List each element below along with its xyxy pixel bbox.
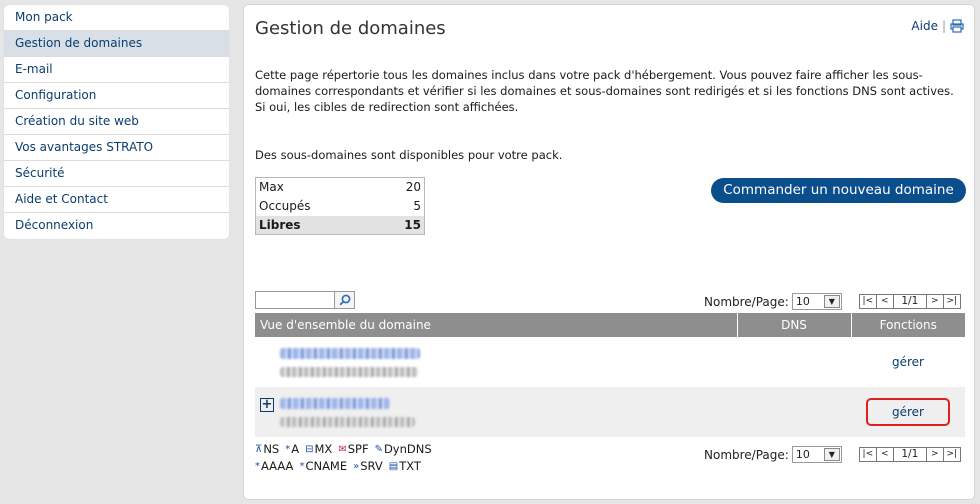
legend-label: MX xyxy=(314,442,333,456)
redacted-domain-name xyxy=(280,397,390,409)
quota-label: Max xyxy=(259,180,284,195)
search-box xyxy=(255,291,355,309)
prev-page-button[interactable]: < xyxy=(875,294,894,309)
dns-cell xyxy=(737,387,851,437)
per-page-select[interactable]: 10 ▼ xyxy=(791,446,842,463)
redacted-domain-target xyxy=(280,366,418,377)
print-icon[interactable] xyxy=(950,19,964,33)
next-page-button[interactable]: > xyxy=(925,447,944,462)
manage-link[interactable]: gérer xyxy=(874,351,942,373)
record-type-legend: ⊼ NS * A ⊟ MX ✉ SPF ✎ DynDNS * AAAA * CNAME » SR… xyxy=(255,441,432,475)
quota-label: Occupés xyxy=(259,199,311,213)
table-row: + gérer xyxy=(255,387,965,437)
order-domain-button[interactable]: Commander un nouveau domaine xyxy=(711,178,966,203)
quota-row-occupes: Occupés 5 xyxy=(256,197,425,216)
chevron-down-icon: ▼ xyxy=(823,295,840,308)
per-page-value: 10 xyxy=(795,448,810,461)
sidebar-item-configuration[interactable]: Configuration xyxy=(4,83,229,109)
functions-cell: gérer xyxy=(851,337,965,387)
quota-label: Libres xyxy=(259,217,301,232)
sidebar-item-deconnexion[interactable]: Déconnexion xyxy=(4,213,229,239)
page-info: 1/1 xyxy=(892,294,927,309)
last-page-button[interactable]: >| xyxy=(942,294,961,309)
search-input[interactable] xyxy=(255,291,335,309)
subdomain-info: Des sous-domaines sont disponibles pour … xyxy=(255,148,563,162)
sidebar-item-gestion-domaines[interactable]: Gestion de domaines xyxy=(4,31,229,57)
legend-label: TXT xyxy=(399,459,421,473)
legend-label: NS xyxy=(263,442,280,456)
per-page-label: Nombre/Page: xyxy=(704,447,789,462)
aaaa-icon: * xyxy=(255,461,260,472)
legend-label: CNAME xyxy=(305,459,348,473)
domain-cell xyxy=(255,337,737,387)
help-area: Aide | xyxy=(911,19,964,33)
column-header-dns: DNS xyxy=(736,313,851,337)
quota-row-max: Max 20 xyxy=(256,178,425,197)
redacted-domain-target xyxy=(280,416,415,427)
dyndns-icon: ✎ xyxy=(374,444,383,455)
manage-link-highlighted[interactable]: gérer xyxy=(866,398,950,426)
mx-icon: ⊟ xyxy=(305,444,314,455)
legend-label: SPF xyxy=(347,442,369,456)
pager-top: Nombre/Page: 10 ▼ |< < 1/1 > >| xyxy=(704,293,961,310)
cname-icon: * xyxy=(299,461,305,472)
domain-cell: + xyxy=(255,387,737,437)
last-page-button[interactable]: >| xyxy=(942,447,961,462)
legend-label: SRV xyxy=(360,459,383,473)
search-icon xyxy=(339,294,350,306)
srv-icon: » xyxy=(353,461,360,472)
column-header-overview: Vue d'ensemble du domaine xyxy=(255,313,737,337)
spf-icon: ✉ xyxy=(338,444,347,455)
redacted-domain-name xyxy=(280,347,420,359)
ns-icon: ⊼ xyxy=(255,444,263,455)
help-link[interactable]: Aide xyxy=(911,19,938,33)
pagination-controls: |< < 1/1 > >| xyxy=(858,447,961,462)
quota-table: Max 20 Occupés 5 Libres 15 xyxy=(255,177,425,235)
dns-cell xyxy=(737,337,851,387)
column-header-functions: Fonctions xyxy=(850,313,965,337)
table-row: gérer xyxy=(255,337,965,387)
per-page-select[interactable]: 10 ▼ xyxy=(791,293,842,310)
search-button[interactable] xyxy=(335,291,355,309)
sidebar-item-mon-pack[interactable]: Mon pack xyxy=(4,5,229,31)
sidebar-item-avantages[interactable]: Vos avantages STRATO xyxy=(4,135,229,161)
domain-table: Vue d'ensemble du domaine DNS Fonctions … xyxy=(255,313,965,437)
pager-bottom: Nombre/Page: 10 ▼ |< < 1/1 > >| xyxy=(704,446,961,463)
per-page-value: 10 xyxy=(795,295,810,308)
page-title: Gestion de domaines xyxy=(255,18,446,39)
legend-label: AAAA xyxy=(261,459,294,473)
prev-page-button[interactable]: < xyxy=(875,447,894,462)
functions-cell: gérer xyxy=(851,387,965,437)
sidebar-item-email[interactable]: E-mail xyxy=(4,57,229,83)
chevron-down-icon: ▼ xyxy=(823,448,840,461)
sidebar-item-securite[interactable]: Sécurité xyxy=(4,161,229,187)
table-header-row: Vue d'ensemble du domaine DNS Fonctions xyxy=(255,313,965,337)
main-panel: Gestion de domaines Aide | Cette page ré… xyxy=(243,4,975,500)
page-info: 1/1 xyxy=(892,447,927,462)
sidebar-item-creation-site[interactable]: Création du site web xyxy=(4,109,229,135)
intro-text: Cette page répertorie tous les domaines … xyxy=(255,68,954,114)
expand-button[interactable]: + xyxy=(260,397,274,412)
quota-value: 20 xyxy=(405,180,421,195)
quota-value: 5 xyxy=(413,199,421,213)
txt-icon: ▤ xyxy=(388,461,399,472)
pagination-controls: |< < 1/1 > >| xyxy=(858,294,961,309)
quota-row-libres: Libres 15 xyxy=(255,215,425,235)
first-page-button[interactable]: |< xyxy=(858,294,877,309)
legend-label: DynDNS xyxy=(383,442,432,456)
first-page-button[interactable]: |< xyxy=(858,447,877,462)
quota-value: 15 xyxy=(404,217,421,232)
per-page-label: Nombre/Page: xyxy=(704,294,789,309)
a-record-icon: * xyxy=(285,444,291,455)
next-page-button[interactable]: > xyxy=(925,294,944,309)
legend-label: A xyxy=(291,442,300,456)
sidebar-item-aide-contact[interactable]: Aide et Contact xyxy=(4,187,229,213)
sidebar-nav: Mon pack Gestion de domaines E-mail Conf… xyxy=(4,5,229,239)
help-separator: | xyxy=(941,19,946,33)
